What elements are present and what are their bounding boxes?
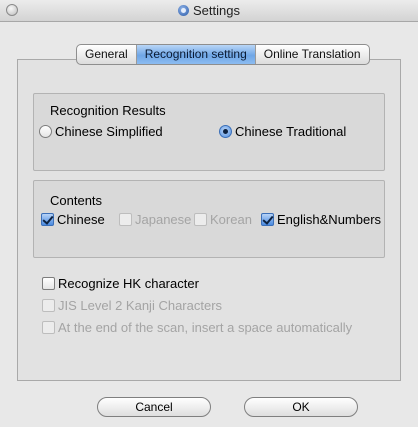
checkbox-checked-icon: [261, 213, 274, 226]
checkbox-unchecked-icon: [42, 277, 55, 290]
recognition-results-title: Recognition Results: [50, 103, 166, 118]
contents-group: Contents Chinese Japanese Korean English…: [33, 180, 385, 258]
checkbox-japanese[interactable]: Japanese: [119, 212, 191, 227]
checkbox-checked-icon: [41, 213, 54, 226]
tab-recognition-setting[interactable]: Recognition setting: [136, 45, 256, 64]
recognition-results-group: Recognition Results Chinese Simplified C…: [33, 93, 385, 171]
tab-online-translation[interactable]: Online Translation: [256, 45, 369, 64]
window-title-wrap: Settings: [0, 3, 418, 18]
contents-title: Contents: [50, 193, 103, 208]
tab-general[interactable]: General: [77, 45, 137, 64]
checkbox-label: JIS Level 2 Kanji Characters: [58, 298, 223, 313]
window-title: Settings: [193, 3, 240, 18]
checkbox-label: Chinese: [57, 212, 105, 227]
checkbox-disabled-icon: [119, 213, 132, 226]
ok-button[interactable]: OK: [244, 397, 358, 417]
radio-off-icon: [39, 125, 52, 138]
checkbox-label: Recognize HK character: [58, 276, 199, 291]
radio-chinese-traditional[interactable]: Chinese Traditional: [219, 124, 346, 139]
checkbox-korean[interactable]: Korean: [194, 212, 252, 227]
checkbox-disabled-icon: [42, 321, 55, 334]
tab-bar: General Recognition setting Online Trans…: [76, 44, 370, 65]
checkbox-label: Japanese: [135, 212, 192, 227]
cancel-button[interactable]: Cancel: [97, 397, 211, 417]
checkbox-disabled-icon: [194, 213, 207, 226]
checkbox-label: English&Numbers: [277, 212, 382, 227]
checkbox-english-numbers[interactable]: English&Numbers: [261, 212, 381, 227]
checkbox-insert-space[interactable]: At the end of the scan, insert a space a…: [42, 320, 352, 335]
checkbox-disabled-icon: [42, 299, 55, 312]
radio-label: Chinese Simplified: [55, 124, 163, 139]
app-icon: [178, 5, 189, 16]
title-bar: Settings: [0, 0, 418, 22]
radio-on-icon: [219, 125, 232, 138]
checkbox-label: Korean: [210, 212, 252, 227]
radio-label: Chinese Traditional: [235, 124, 347, 139]
checkbox-label: At the end of the scan, insert a space a…: [58, 320, 353, 335]
radio-chinese-simplified[interactable]: Chinese Simplified: [39, 124, 163, 139]
checkbox-jis-level2[interactable]: JIS Level 2 Kanji Characters: [42, 298, 222, 313]
checkbox-chinese[interactable]: Chinese: [41, 212, 105, 227]
checkbox-recognize-hk[interactable]: Recognize HK character: [42, 276, 199, 291]
